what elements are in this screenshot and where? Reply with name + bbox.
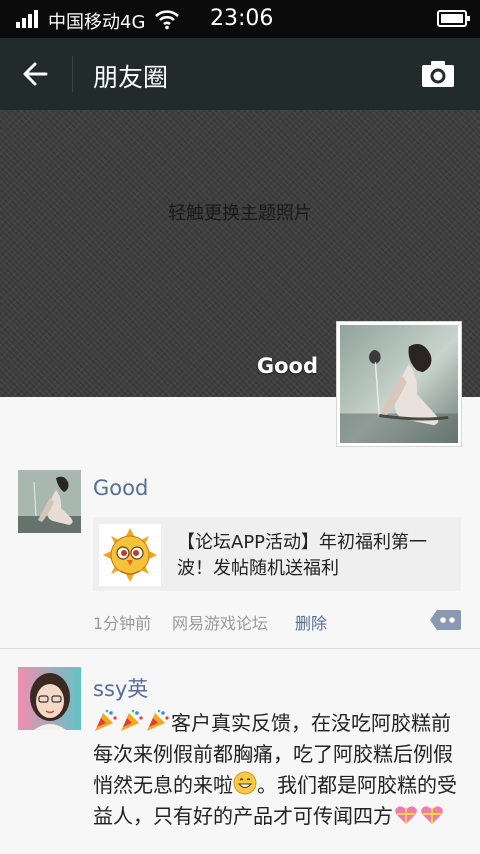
post-timestamp: 1分钟前 <box>93 614 152 633</box>
gift-heart-icon <box>395 806 417 824</box>
camera-icon <box>422 61 454 87</box>
comment-icon <box>430 610 461 630</box>
change-cover-hint[interactable]: 轻触更换主题照片 <box>0 199 480 225</box>
nav-bar: 朋友圈 <box>0 38 480 110</box>
cover-user-name: Good <box>256 354 318 378</box>
gift-heart-icon <box>421 806 443 824</box>
back-button[interactable] <box>18 58 54 90</box>
shared-link-card[interactable]: 【论坛APP活动】年初福利第一波！发帖随机送福利 <box>93 517 461 591</box>
post-author-avatar[interactable] <box>18 470 81 533</box>
post-author-name[interactable]: ssy英 <box>93 673 148 703</box>
party-popper-icon <box>147 709 169 731</box>
shared-link-title: 【论坛APP活动】年初福利第一波！发帖随机送福利 <box>177 532 428 579</box>
party-popper-icon <box>95 709 117 731</box>
profile-avatar[interactable] <box>336 321 462 447</box>
post-divider <box>0 648 480 649</box>
page-title: 朋友圈 <box>93 63 169 92</box>
party-popper-icon <box>121 709 143 731</box>
post-source[interactable]: 网易游戏论坛 <box>172 610 268 634</box>
avatar-photo <box>18 470 81 533</box>
clock: 23:06 <box>210 6 274 31</box>
avatar-photo <box>18 667 81 730</box>
comment-button[interactable] <box>429 608 462 632</box>
owl-mascot-icon <box>103 528 157 582</box>
battery-icon <box>437 10 470 27</box>
carrier-label: 中国移动4G <box>48 12 146 33</box>
post-author-avatar[interactable] <box>18 667 81 730</box>
camera-button[interactable] <box>420 58 456 90</box>
wifi-icon <box>155 10 179 30</box>
nav-divider <box>72 56 73 92</box>
status-bar: 中国移动4G 23:06 <box>0 0 480 38</box>
delete-post-link[interactable]: 删除 <box>295 610 327 634</box>
avatar-photo <box>340 325 458 443</box>
shared-link-thumbnail <box>99 524 161 586</box>
back-arrow-icon <box>23 62 48 86</box>
signal-icon <box>16 10 40 28</box>
grin-emoji-icon <box>233 771 257 795</box>
post-author-name[interactable]: Good <box>93 476 148 500</box>
post-text: 客户真实反馈，在没吃阿胶糕前每次来例假前都胸痛，吃了阿胶糕后例假悄然无息的来啦 … <box>93 708 465 832</box>
